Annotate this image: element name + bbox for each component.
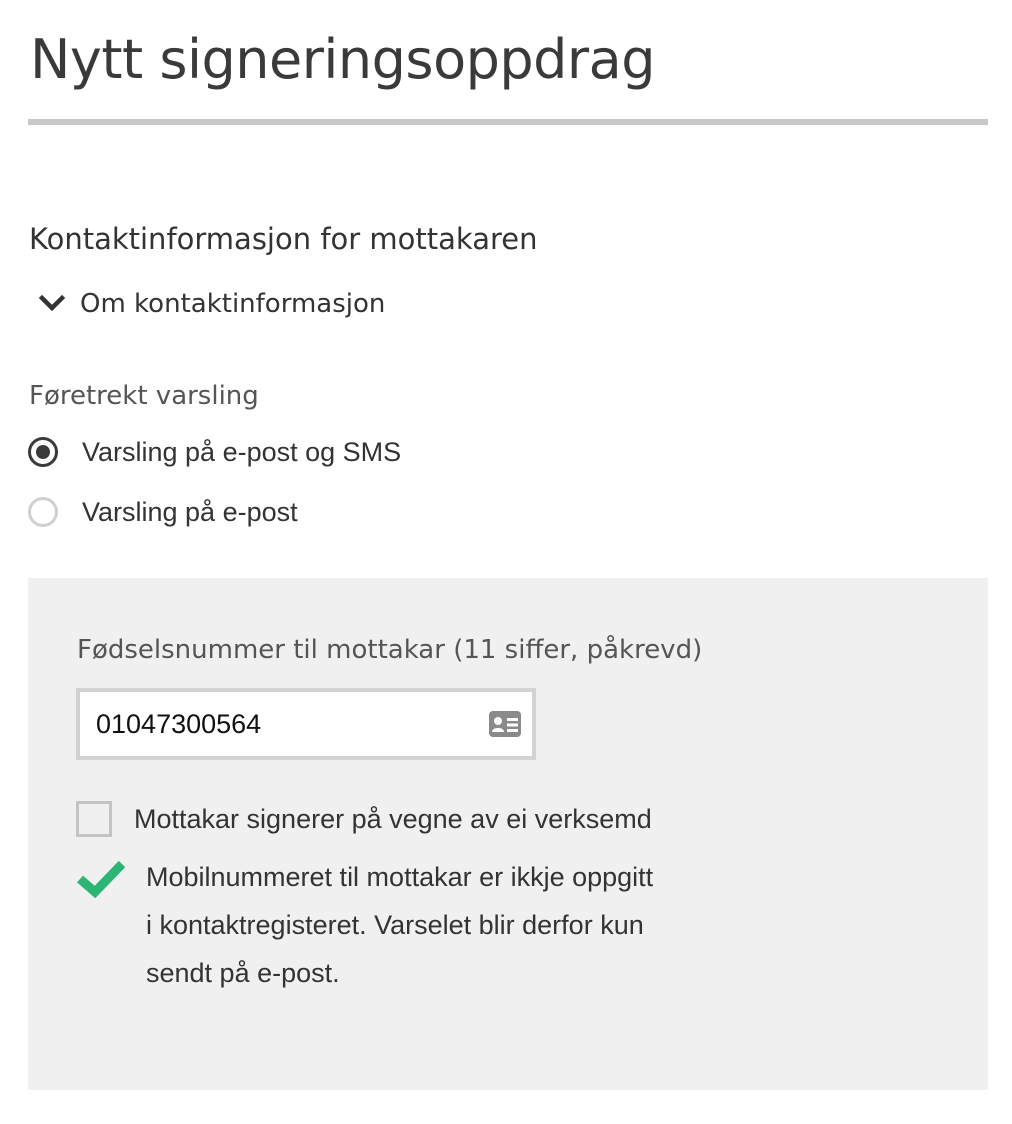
notification-preference-label: Føretrekt varsling [29,381,259,411]
contact-section-heading: Kontaktinformasjon for mottakaren [29,222,538,256]
ssn-input-wrapper [76,688,536,760]
radio-email-and-sms[interactable]: Varsling på e-post og SMS [28,432,401,472]
radio-button-selected[interactable] [28,437,58,467]
ssn-field-label: Fødselsnummer til mottakar (11 siffer, p… [77,635,703,665]
org-signing-checkbox-row[interactable]: Mottakar signerer på vegne av ei verksem… [76,798,652,840]
page-title: Nytt signeringsoppdrag [30,28,656,91]
radio-button-unselected[interactable] [28,497,58,527]
radio-label-email-and-sms: Varsling på e-post og SMS [82,436,402,467]
checkmark-icon [77,860,126,898]
title-divider [28,119,988,125]
org-signing-checkbox[interactable] [76,801,112,837]
id-card-icon [489,711,521,737]
radio-label-email-only: Varsling på e-post [82,496,298,527]
disclosure-label: Om kontaktinformasjon [80,289,386,319]
chevron-down-icon [38,294,66,312]
org-signing-checkbox-label: Mottakar signerer på vegne av ei verksem… [134,803,652,834]
ssn-input[interactable] [80,692,460,756]
radio-email-only[interactable]: Varsling på e-post [28,492,298,532]
mobile-number-info-message: Mobilnummeret til mottakar er ikkje oppg… [146,862,654,988]
contact-info-disclosure[interactable]: Om kontaktinformasjon [38,284,385,324]
